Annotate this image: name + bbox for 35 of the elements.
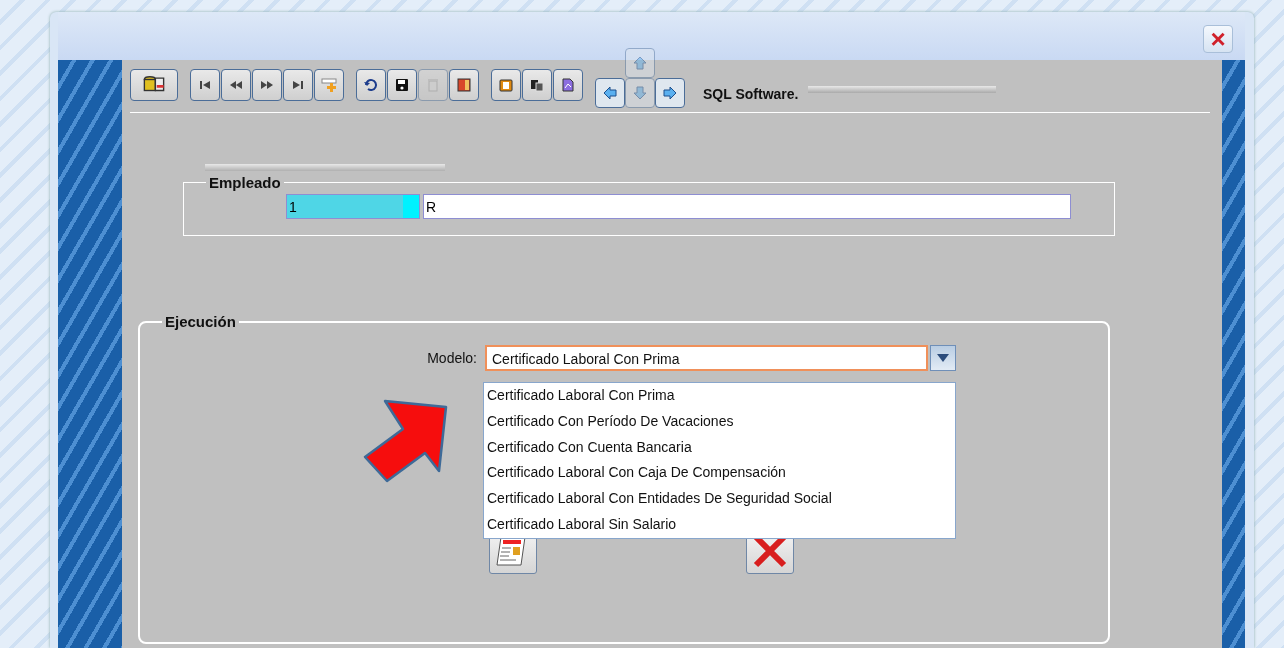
dropdown-option[interactable]: Certificado Laboral Sin Salario (484, 512, 955, 538)
field-label: Modelo: (426, 348, 477, 368)
name-field[interactable]: R (423, 194, 1071, 219)
down-arrow-icon (632, 85, 648, 101)
model-select[interactable]: Certificado Laboral Con Prima (485, 345, 928, 371)
toolbar-button[interactable] (522, 69, 552, 101)
trash-icon (425, 77, 441, 93)
dropdown-option[interactable]: Certificado Laboral Con Caja De Compensación (484, 460, 955, 487)
dropdown-button[interactable] (930, 345, 956, 371)
document-icon (560, 77, 576, 93)
toolbar-button[interactable] (283, 69, 313, 101)
toolbar-button[interactable] (387, 69, 417, 101)
dropdown-option[interactable]: Certificado Laboral Con Prima (484, 383, 955, 409)
dropdown-option[interactable]: Certificado Con Período De Vacaciones (484, 408, 955, 435)
caret-icon (937, 354, 949, 362)
toolbar-button[interactable] (252, 69, 282, 101)
left-arrow-icon (602, 85, 618, 101)
right-arrow-icon (662, 85, 678, 101)
toolbar-button[interactable] (221, 69, 251, 101)
app-title: SQL Software. (703, 85, 799, 104)
door-icon (456, 77, 472, 93)
copy-icon (529, 77, 545, 93)
clipboard-icon (498, 77, 514, 93)
group-title: Ejecución (164, 314, 237, 329)
close-button[interactable]: × (1203, 25, 1233, 53)
toolbar-button[interactable] (130, 69, 178, 101)
add-row-icon (321, 77, 337, 93)
toolbar-button[interactable] (190, 69, 220, 101)
undo-icon (363, 77, 379, 93)
toolbar-button[interactable] (356, 69, 386, 101)
code-field[interactable]: 1 (286, 194, 420, 219)
group-title: Empleado (208, 175, 282, 190)
dropdown-option[interactable]: Certificado Laboral Con Entidades De Seguridad Social (484, 486, 955, 512)
dropdown-option[interactable]: Certificado Con Cuenta Bancaria (484, 434, 955, 461)
toolbar-button[interactable] (449, 69, 479, 101)
